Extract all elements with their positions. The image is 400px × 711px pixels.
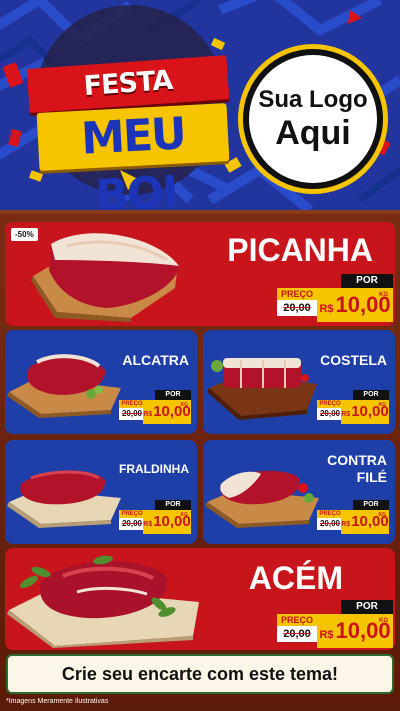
preco-label: PREÇO: [277, 614, 317, 626]
product-name-alcatra: ALCATRA: [122, 352, 189, 368]
costela-image: [207, 348, 319, 420]
por-label: POR: [341, 274, 393, 288]
por-label: POR: [353, 390, 389, 400]
old-price: 20,00: [283, 628, 311, 640]
por-label: POR: [155, 390, 191, 400]
old-price: 20,00: [121, 519, 143, 528]
unit-label: KG: [180, 402, 189, 408]
fraldinha-image: [7, 462, 123, 532]
product-name-picanha: PICANHA: [227, 232, 373, 268]
product-name-acem: ACÉM: [248, 560, 343, 596]
currency-label: R$: [319, 629, 334, 641]
cta-text: Crie seu encarte com este tema!: [61, 663, 339, 684]
picanha-image: [27, 226, 187, 322]
header-banner: FESTA BUMBA MEU BOI Sua Logo Aqui: [0, 0, 400, 210]
price-tag-costela: POR PREÇO 20,00 R$ 10,00 KG: [317, 390, 389, 424]
preco-label: PREÇO: [119, 400, 145, 408]
title-line2-banner: MEU BOI: [36, 103, 230, 210]
discount-badge: -50%: [11, 228, 38, 241]
price-tag-fraldinha: POR PREÇO 20,00 R$ 10,00 KG: [119, 500, 191, 534]
old-price-block: PREÇO 20,00: [277, 614, 317, 642]
logo-placeholder: Sua Logo Aqui: [238, 44, 388, 194]
product-card-fraldinha: FRALDINHA POR PREÇO 20,00 R$ 10,00 KG: [5, 440, 197, 544]
price-tag-alcatra: POR PREÇO 20,00 R$ 10,00 KG: [119, 390, 191, 424]
old-price: 20,00: [121, 409, 143, 418]
preco-label: PREÇO: [317, 400, 343, 408]
acem-image: [7, 552, 203, 648]
product-name-fraldinha: FRALDINHA: [119, 462, 189, 476]
logo-placeholder-inner: Sua Logo Aqui: [249, 55, 377, 183]
old-price: 20,00: [319, 519, 341, 528]
currency-label: R$: [143, 521, 153, 528]
preco-label: PREÇO: [119, 510, 145, 518]
old-price-block: PREÇO 20,00: [317, 510, 343, 530]
title-line2: MEU BOI: [79, 108, 187, 210]
old-price: 20,00: [283, 302, 311, 314]
product-card-alcatra: ALCATRA POR PREÇO 20,00 R$ 10,00 KG: [5, 330, 197, 434]
por-label: POR: [341, 600, 393, 614]
contra-file-image: [205, 462, 321, 532]
por-label: POR: [353, 500, 389, 510]
currency-label: R$: [319, 303, 334, 315]
por-label: POR: [155, 500, 191, 510]
currency-label: R$: [341, 411, 351, 418]
unit-label: KG: [378, 512, 387, 518]
product-card-acem: ACÉM POR PREÇO 20,00 R$ 10,00 KG: [5, 548, 395, 650]
new-price-block: R$ 10,00 KG: [317, 288, 393, 322]
old-price: 20,00: [319, 409, 341, 418]
currency-label: R$: [143, 411, 153, 418]
product-card-costela: COSTELA POR PREÇO 20,00 R$ 10,00 KG: [203, 330, 395, 434]
unit-label: KG: [379, 618, 388, 624]
preco-label: PREÇO: [317, 510, 343, 518]
alcatra-image: [7, 348, 123, 418]
new-price-block: R$ 10,00 KG: [143, 400, 191, 424]
price-tag-acem: POR PREÇO 20,00 R$ 10,00 KG: [277, 600, 393, 648]
disclaimer-text: *Imagens Meramente Ilustrativas: [6, 698, 109, 705]
preco-label: PREÇO: [277, 288, 317, 300]
old-price-block: PREÇO 20,00: [277, 288, 317, 316]
logo-text-line1: Sua Logo: [258, 86, 368, 113]
old-price-block: PREÇO 20,00: [317, 400, 343, 420]
product-card-contra-file: CONTRA FILÉ POR PREÇO 20,00 R$ 10,00 KG: [203, 440, 395, 544]
product-name-contra-file-line1: CONTRA: [327, 452, 387, 468]
currency-label: R$: [341, 521, 351, 528]
new-price-block: R$ 10,00 KG: [341, 510, 389, 534]
unit-label: KG: [180, 512, 189, 518]
product-name-contra-file: CONTRA FILÉ: [327, 452, 387, 486]
unit-label: KG: [379, 292, 388, 298]
new-price-block: R$ 10,00 KG: [143, 510, 191, 534]
product-card-picanha: -50% PICANHA POR PREÇO 20,00 R$ 10,00 KG: [5, 222, 395, 326]
festival-title: FESTA BUMBA MEU BOI: [6, 55, 232, 210]
price-tag-picanha: POR PREÇO 20,00 R$ 10,00 KG: [277, 274, 393, 322]
old-price-block: PREÇO 20,00: [119, 400, 145, 420]
product-name-costela: COSTELA: [320, 352, 387, 368]
new-price-block: R$ 10,00 KG: [341, 400, 389, 424]
new-price-block: R$ 10,00 KG: [317, 614, 393, 648]
cta-banner: Crie seu encarte com este tema!: [6, 654, 394, 694]
old-price-block: PREÇO 20,00: [119, 510, 145, 530]
product-name-contra-file-line2: FILÉ: [356, 469, 387, 485]
logo-text-line2: Aqui: [275, 114, 351, 152]
unit-label: KG: [378, 402, 387, 408]
price-tag-contra-file: POR PREÇO 20,00 R$ 10,00 KG: [317, 500, 389, 534]
